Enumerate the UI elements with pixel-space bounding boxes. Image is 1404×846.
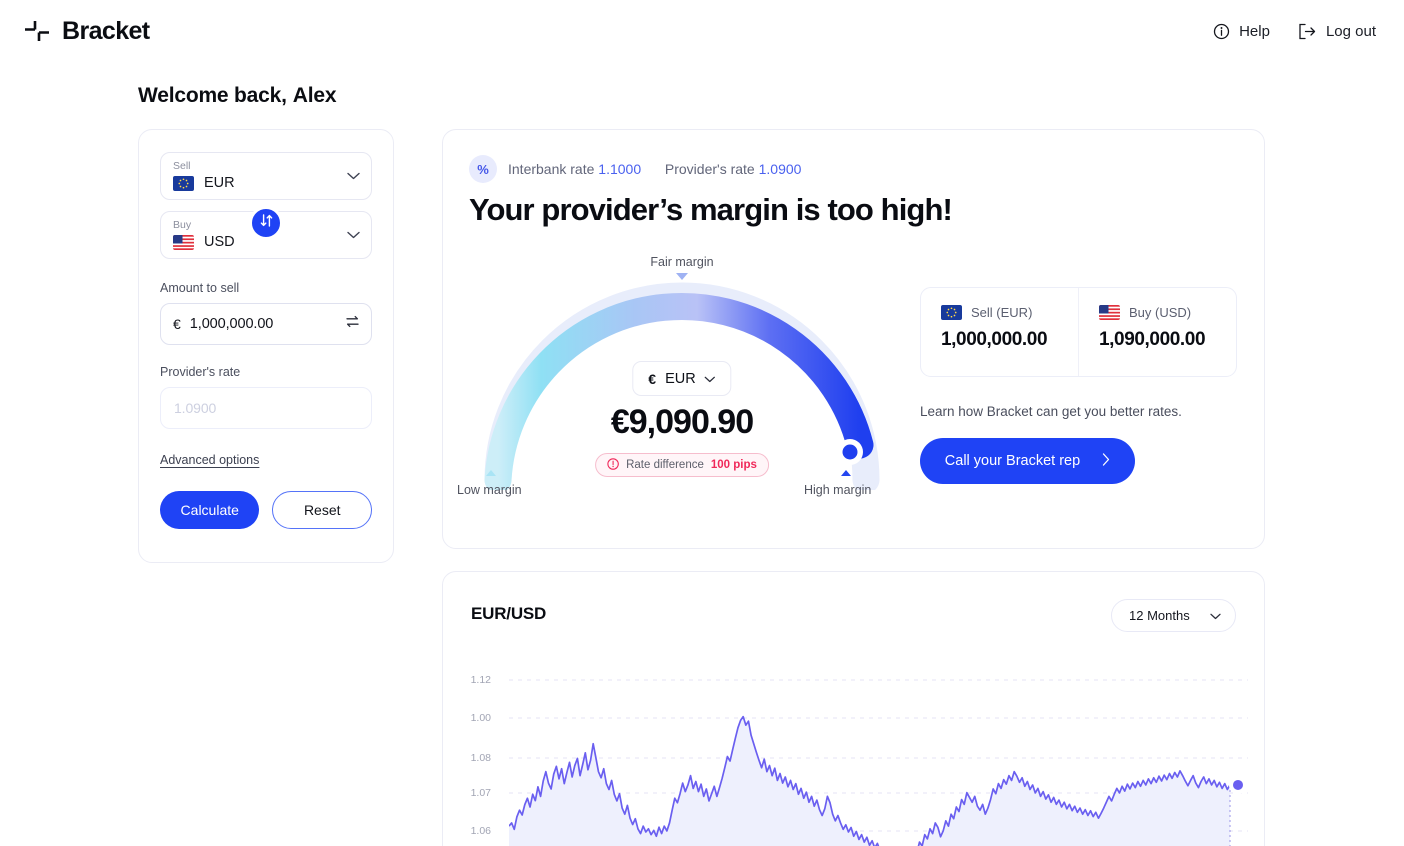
logout-button[interactable]: Log out	[1298, 23, 1376, 40]
chevron-down-icon	[705, 370, 716, 388]
gauge-amount: €9,090.90	[610, 403, 754, 441]
summary-buy-label: Buy (USD)	[1129, 305, 1192, 320]
interbank-rate-label: Interbank rate	[508, 161, 595, 177]
margin-gauge: Fair margin Low margin High margin € EUR…	[457, 255, 907, 535]
rates-text: Interbank rate 1.1000 Provider's rate 1.…	[508, 161, 801, 177]
sell-caption: Sell	[173, 160, 191, 172]
chart-plot-area	[508, 676, 1248, 846]
welcome-greeting: Welcome back,	[138, 84, 287, 107]
summary-sell-value: 1,000,000.00	[941, 329, 1048, 350]
swap-vertical-icon	[259, 213, 274, 233]
logout-label: Log out	[1325, 22, 1376, 40]
summary-buy-value: 1,090,000.00	[1099, 329, 1206, 350]
interbank-rate-value: 1.1000	[598, 161, 642, 177]
chevron-right-icon	[1102, 452, 1110, 470]
chart-range-value: 12 Months	[1129, 608, 1190, 623]
result-headline: Your provider’s margin is too high!	[469, 192, 953, 227]
provider-rate-label: Provider's rate	[160, 365, 241, 379]
gauge-marker-dot	[842, 444, 858, 460]
brand-name: Bracket	[62, 16, 150, 45]
rate-difference-value: 100 pips	[710, 459, 757, 471]
sell-currency-select[interactable]: Sell EUR	[160, 152, 372, 200]
result-card: % Interbank rate 1.1000 Provider's rate …	[442, 129, 1265, 549]
chart-y-tick: 1.00	[470, 712, 491, 724]
percent-badge-icon: %	[469, 155, 497, 183]
chart-y-tick: 1.06	[470, 825, 491, 837]
alert-circle-icon	[607, 457, 619, 473]
chart-title: EUR/USD	[471, 604, 547, 623]
info-circle-icon	[1213, 23, 1230, 40]
gauge-high-label: High margin	[804, 483, 872, 497]
chart-area-fill	[509, 716, 1230, 846]
gauge-low-marker-icon	[486, 470, 496, 476]
rate-difference-badge: Rate difference 100 pips	[595, 453, 769, 477]
provider-rate-value-main: 1.0900	[758, 161, 802, 177]
cta-label: Call your Bracket rep	[944, 453, 1081, 469]
help-label: Help	[1239, 22, 1270, 40]
us-flag-icon	[173, 234, 194, 250]
chart-range-select[interactable]: 12 Months	[1111, 599, 1236, 632]
buy-currency-value: USD	[204, 234, 235, 250]
chart-y-tick: 1.07	[470, 787, 491, 799]
swap-currencies-button[interactable]	[249, 206, 283, 240]
amount-currency-symbol: €	[173, 316, 181, 332]
calculate-button[interactable]: Calculate	[160, 491, 260, 529]
form-actions: Calculate Reset	[160, 491, 372, 529]
call-bracket-rep-button[interactable]: Call your Bracket rep	[920, 438, 1135, 484]
rates-summary: % Interbank rate 1.1000 Provider's rate …	[469, 155, 801, 183]
provider-rate-input[interactable]: 1.0900	[160, 387, 372, 429]
chart-endpoint-dot	[1233, 779, 1243, 790]
rate-history-line-chart	[508, 679, 1248, 846]
summary-buy: Buy (USD) 1,090,000.00	[1078, 288, 1236, 376]
gauge-fair-label: Fair margin	[650, 255, 714, 269]
top-bar-actions: Help Log out	[1213, 23, 1376, 40]
page-title: Welcome back, Alex	[138, 84, 337, 108]
gauge-low-label: Low margin	[457, 483, 522, 497]
learn-more-text: Learn how Bracket can get you better rat…	[920, 404, 1182, 419]
chevron-down-icon	[347, 167, 360, 185]
chevron-down-icon	[347, 226, 360, 244]
chart-y-tick: 1.12	[470, 674, 491, 686]
summary-sell-label: Sell (EUR)	[971, 305, 1033, 320]
amount-input[interactable]: € 1,000,000.00	[160, 303, 372, 345]
help-button[interactable]: Help	[1213, 23, 1270, 40]
provider-rate-placeholder: 1.0900	[174, 400, 217, 416]
us-flag-icon	[1099, 305, 1120, 320]
gauge-currency-select[interactable]: € EUR	[632, 361, 732, 396]
amount-label: Amount to sell	[160, 281, 240, 295]
gauge-currency-code: EUR	[665, 370, 696, 387]
advanced-options-link[interactable]: Advanced options	[160, 453, 259, 467]
converter-form: Sell EUR Buy USD Amount to sell € 1,000,…	[138, 129, 394, 563]
chevron-down-icon	[1210, 608, 1221, 623]
eu-flag-icon	[941, 305, 962, 320]
bracket-logo-icon	[22, 18, 52, 44]
chart-y-tick: 1.08	[470, 752, 491, 764]
trade-summary-card: Sell (EUR) 1,000,000.00 Buy (USD) 1,090,…	[920, 287, 1237, 377]
summary-sell: Sell (EUR) 1,000,000.00	[921, 288, 1078, 376]
gauge-high-marker-icon	[841, 470, 851, 476]
welcome-user-name: Alex	[292, 84, 337, 107]
gauge-currency-symbol: €	[648, 370, 657, 387]
reset-button[interactable]: Reset	[272, 491, 372, 529]
provider-rate-label-main: Provider's rate	[664, 161, 755, 177]
rate-history-card: EUR/USD 12 Months 1.12 1.00 1.08 1.07 1.06	[442, 571, 1265, 846]
rate-difference-label: Rate difference	[626, 459, 704, 471]
sell-currency-value: EUR	[204, 175, 235, 191]
top-bar: Bracket Help Log out	[0, 0, 1404, 62]
eu-flag-icon	[173, 175, 194, 191]
amount-value: 1,000,000.00	[189, 316, 274, 332]
brand-logo[interactable]: Bracket	[22, 17, 150, 46]
switch-direction-icon[interactable]	[345, 315, 360, 334]
logout-icon	[1298, 23, 1317, 40]
